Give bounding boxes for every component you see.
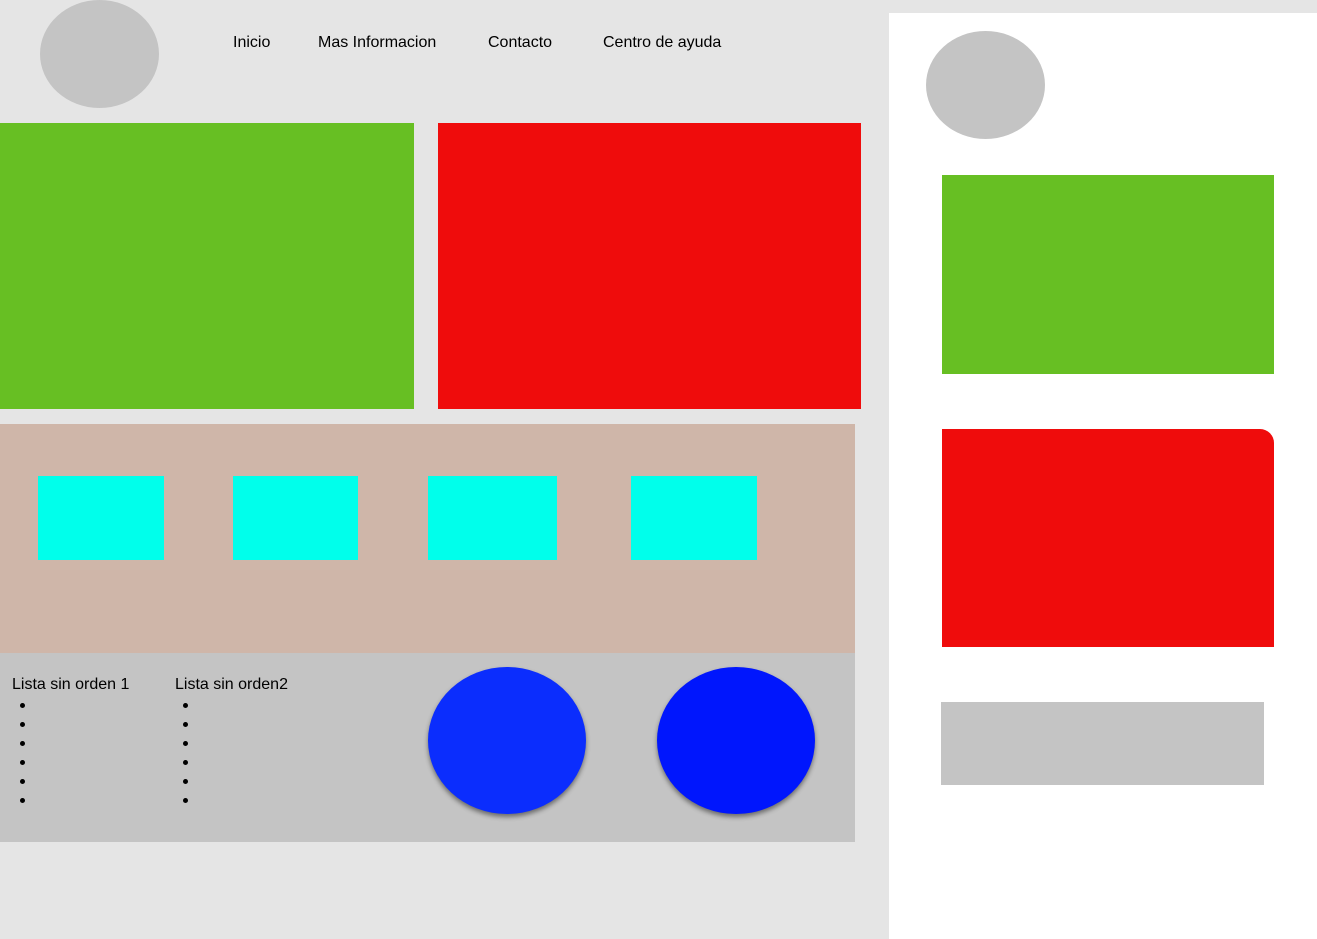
- list-title-1: Lista sin orden 1: [12, 676, 130, 693]
- mobile-logo-placeholder[interactable]: [926, 31, 1045, 139]
- circle-button-2[interactable]: [657, 667, 815, 814]
- mobile-frame: [889, 13, 1317, 939]
- circle-button-1[interactable]: [428, 667, 586, 814]
- hero-red-block: [438, 123, 861, 409]
- feature-card-3[interactable]: [428, 476, 557, 560]
- canvas: Inicio Mas Informacion Contacto Centro d…: [0, 0, 1317, 939]
- feature-band: [0, 424, 855, 653]
- nav-link-contacto[interactable]: Contacto: [488, 34, 552, 52]
- nav-link-inicio[interactable]: Inicio: [233, 34, 270, 52]
- feature-card-1[interactable]: [38, 476, 164, 560]
- feature-card-4[interactable]: [631, 476, 757, 560]
- hero-green-block: [0, 123, 414, 409]
- mobile-gray-block: [941, 702, 1264, 785]
- mobile-green-block: [942, 175, 1274, 374]
- logo-placeholder[interactable]: [40, 0, 159, 108]
- desktop-frame: Inicio Mas Informacion Contacto Centro d…: [0, 0, 889, 939]
- mobile-red-block: [942, 429, 1274, 647]
- feature-card-2[interactable]: [233, 476, 358, 560]
- nav-link-centro-de-ayuda[interactable]: Centro de ayuda: [603, 34, 721, 52]
- list-title-2: Lista sin orden2: [175, 676, 288, 693]
- nav-link-mas-informacion[interactable]: Mas Informacion: [318, 34, 436, 52]
